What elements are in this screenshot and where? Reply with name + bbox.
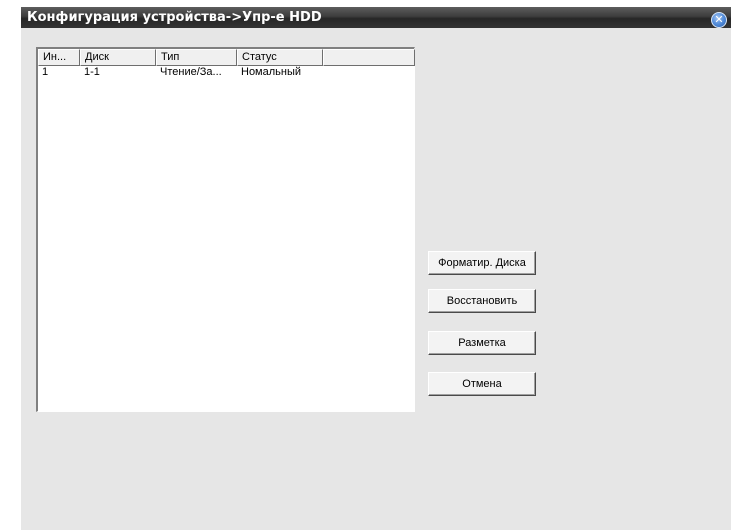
window-title: Конфигурация устройства->Упр-е HDD [21, 7, 731, 28]
table-row[interactable]: 1 1-1 Чтение/За... Номальный [38, 66, 323, 79]
column-header-index[interactable]: Ин... [38, 49, 80, 66]
column-header-empty[interactable] [323, 49, 415, 66]
cell-status: Номальный [241, 66, 302, 78]
cancel-button[interactable]: Отмена [428, 372, 536, 396]
column-header-disk[interactable]: Диск [80, 49, 156, 66]
cell-type: Чтение/За... [160, 66, 222, 78]
hdd-config-window: Конфигурация устройства->Упр-е HDD ✕ Ин.… [21, 7, 731, 530]
list-header: Ин... Диск Тип Статус [38, 49, 415, 66]
column-header-status[interactable]: Статус [237, 49, 323, 66]
column-header-type[interactable]: Тип [156, 49, 237, 66]
partition-button[interactable]: Разметка [428, 331, 536, 355]
close-icon[interactable]: ✕ [711, 12, 727, 28]
cell-index: 1 [42, 66, 49, 78]
cell-disk: 1-1 [84, 66, 100, 78]
restore-button[interactable]: Восстановить [428, 289, 536, 313]
format-disk-button[interactable]: Форматир. Диска [428, 251, 536, 275]
hdd-list[interactable]: Ин... Диск Тип Статус 1 1-1 Чтение/За...… [36, 47, 415, 412]
